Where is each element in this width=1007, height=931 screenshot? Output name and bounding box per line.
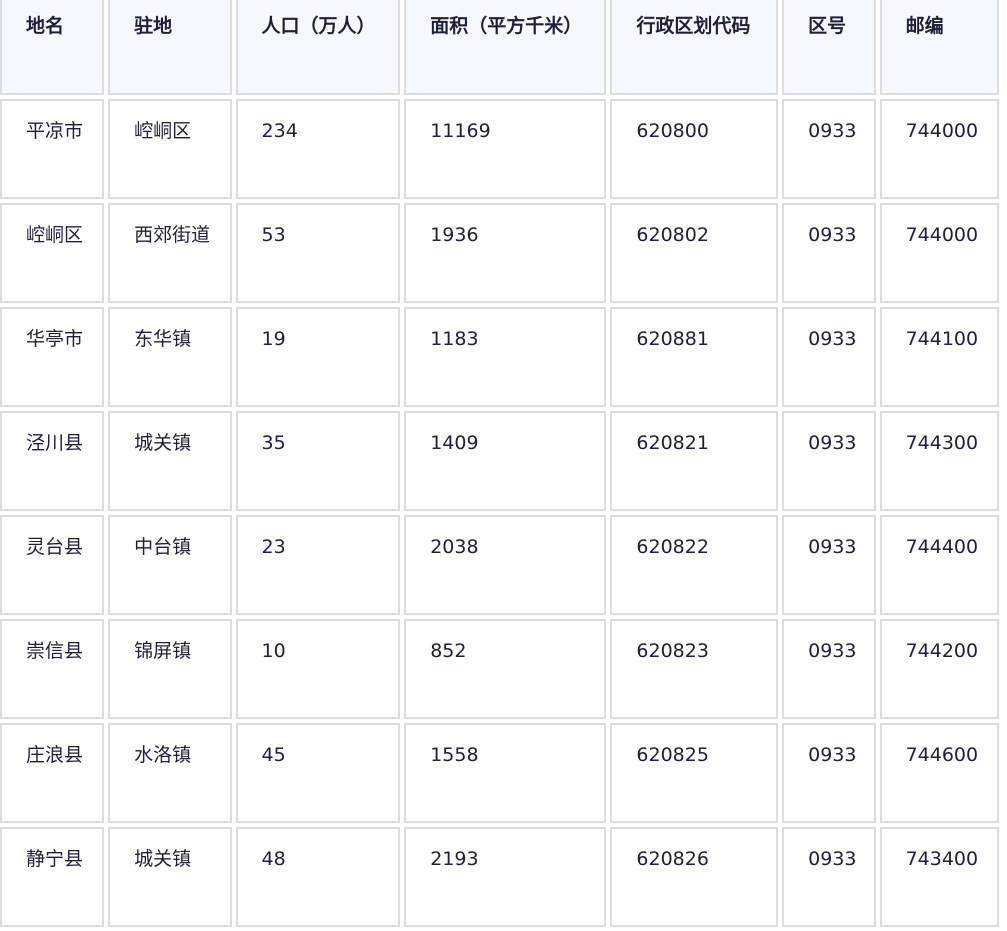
header-row: 地名 驻地 人口（万人） 面积（平方千米） 行政区划代码 区号 邮编 xyxy=(0,0,999,95)
cell-admin-code: 620800 xyxy=(610,99,779,199)
cell-place-name: 华亭市 xyxy=(0,307,105,407)
cell-area-code: 0933 xyxy=(782,827,876,927)
cell-place-name: 泾川县 xyxy=(0,411,105,511)
cell-place-name: 灵台县 xyxy=(0,515,105,615)
table-row: 崆峒区 西郊街道 53 1936 620802 0933 744000 xyxy=(0,203,999,303)
cell-area-code: 0933 xyxy=(782,203,876,303)
cell-admin-code: 620826 xyxy=(610,827,779,927)
cell-postcode: 743400 xyxy=(879,827,999,927)
cell-area: 2038 xyxy=(404,515,607,615)
cell-area: 1936 xyxy=(404,203,607,303)
cell-population: 48 xyxy=(235,827,401,927)
cell-seat: 东华镇 xyxy=(108,307,232,407)
table-body: 平凉市 崆峒区 234 11169 620800 0933 744000 崆峒区… xyxy=(0,99,999,927)
cell-seat: 中台镇 xyxy=(108,515,232,615)
cell-admin-code: 620881 xyxy=(610,307,779,407)
cell-place-name: 崆峒区 xyxy=(0,203,105,303)
header-population: 人口（万人） xyxy=(235,0,401,95)
table-row: 静宁县 城关镇 48 2193 620826 0933 743400 xyxy=(0,827,999,927)
cell-seat: 城关镇 xyxy=(108,411,232,511)
header-seat: 驻地 xyxy=(108,0,232,95)
cell-area: 852 xyxy=(404,619,607,719)
cell-admin-code: 620821 xyxy=(610,411,779,511)
table-row: 泾川县 城关镇 35 1409 620821 0933 744300 xyxy=(0,411,999,511)
cell-admin-code: 620823 xyxy=(610,619,779,719)
cell-area-code: 0933 xyxy=(782,723,876,823)
header-place-name: 地名 xyxy=(0,0,105,95)
cell-population: 45 xyxy=(235,723,401,823)
table-row: 崇信县 锦屏镇 10 852 620823 0933 744200 xyxy=(0,619,999,719)
cell-seat: 锦屏镇 xyxy=(108,619,232,719)
cell-population: 23 xyxy=(235,515,401,615)
cell-postcode: 744100 xyxy=(879,307,999,407)
cell-admin-code: 620802 xyxy=(610,203,779,303)
cell-place-name: 崇信县 xyxy=(0,619,105,719)
cell-area-code: 0933 xyxy=(782,99,876,199)
cell-area-code: 0933 xyxy=(782,411,876,511)
table-row: 平凉市 崆峒区 234 11169 620800 0933 744000 xyxy=(0,99,999,199)
cell-seat: 水洛镇 xyxy=(108,723,232,823)
table-header: 地名 驻地 人口（万人） 面积（平方千米） 行政区划代码 区号 邮编 xyxy=(0,0,999,95)
cell-population: 19 xyxy=(235,307,401,407)
cell-postcode: 744000 xyxy=(879,99,999,199)
cell-area-code: 0933 xyxy=(782,619,876,719)
cell-area-code: 0933 xyxy=(782,515,876,615)
cell-population: 35 xyxy=(235,411,401,511)
cell-place-name: 静宁县 xyxy=(0,827,105,927)
cell-postcode: 744400 xyxy=(879,515,999,615)
cell-place-name: 庄浪县 xyxy=(0,723,105,823)
header-area: 面积（平方千米） xyxy=(404,0,607,95)
cell-place-name: 平凉市 xyxy=(0,99,105,199)
cell-seat: 城关镇 xyxy=(108,827,232,927)
cell-postcode: 744000 xyxy=(879,203,999,303)
cell-area: 11169 xyxy=(404,99,607,199)
cell-area: 1558 xyxy=(404,723,607,823)
table-row: 灵台县 中台镇 23 2038 620822 0933 744400 xyxy=(0,515,999,615)
cell-population: 53 xyxy=(235,203,401,303)
header-admin-code: 行政区划代码 xyxy=(610,0,779,95)
cell-area: 1183 xyxy=(404,307,607,407)
cell-seat: 西郊街道 xyxy=(108,203,232,303)
cell-area: 1409 xyxy=(404,411,607,511)
cell-postcode: 744600 xyxy=(879,723,999,823)
table-row: 庄浪县 水洛镇 45 1558 620825 0933 744600 xyxy=(0,723,999,823)
cell-postcode: 744200 xyxy=(879,619,999,719)
header-area-code: 区号 xyxy=(782,0,876,95)
cell-admin-code: 620822 xyxy=(610,515,779,615)
cell-area-code: 0933 xyxy=(782,307,876,407)
cell-seat: 崆峒区 xyxy=(108,99,232,199)
table-row: 华亭市 东华镇 19 1183 620881 0933 744100 xyxy=(0,307,999,407)
cell-population: 234 xyxy=(235,99,401,199)
cell-population: 10 xyxy=(235,619,401,719)
county-table: 地名 驻地 人口（万人） 面积（平方千米） 行政区划代码 区号 邮编 平凉市 崆… xyxy=(0,0,1003,931)
cell-postcode: 744300 xyxy=(879,411,999,511)
header-postcode: 邮编 xyxy=(879,0,999,95)
cell-admin-code: 620825 xyxy=(610,723,779,823)
cell-area: 2193 xyxy=(404,827,607,927)
